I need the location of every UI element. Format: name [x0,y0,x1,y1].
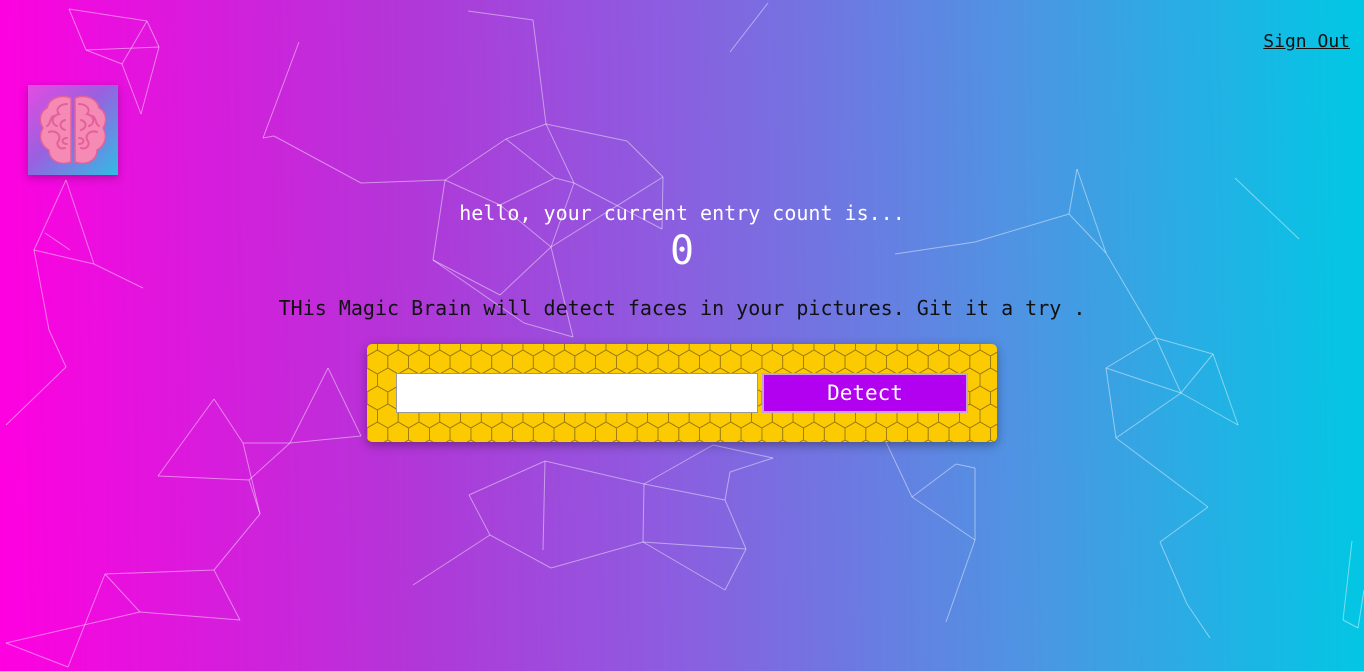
particles-background [5,2,1364,668]
intro-text: THis Magic Brain will detect faces in yo… [278,296,1086,320]
image-url-form: Detect [367,344,997,442]
brain-icon [39,95,107,164]
image-url-input[interactable] [396,373,758,413]
entry-count-value: 0 [669,228,695,274]
sign-out-link[interactable]: Sign Out [1263,31,1350,52]
logo [28,85,118,175]
detect-button[interactable]: Detect [762,373,968,413]
entry-count-message: hello, your current entry count is... [459,201,905,225]
